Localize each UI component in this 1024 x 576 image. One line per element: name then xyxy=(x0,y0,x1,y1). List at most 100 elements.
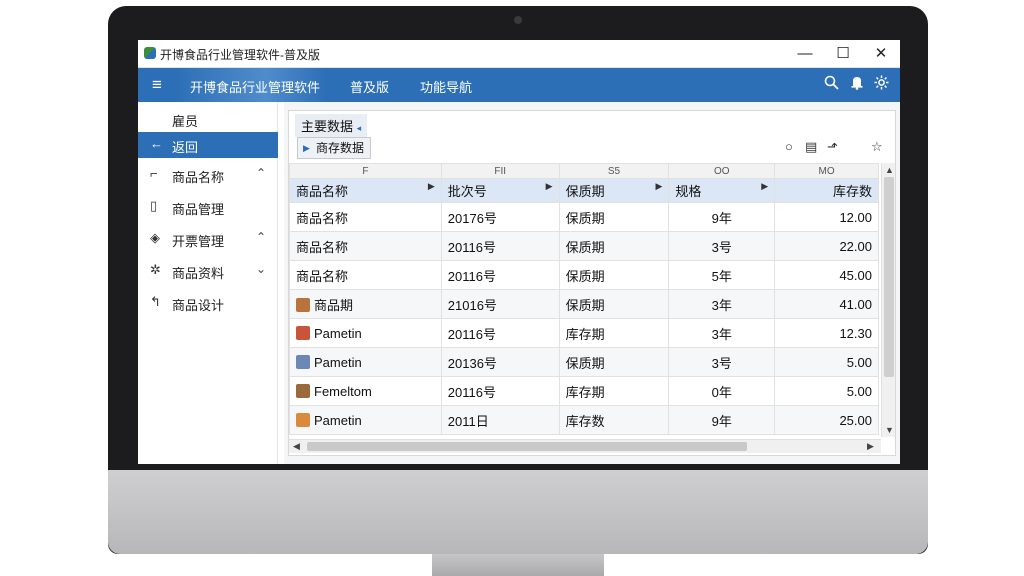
cell-qty: 22.00 xyxy=(774,231,879,261)
back-arrow-icon: ← xyxy=(150,136,163,151)
sidebar-item-product-design[interactable]: ↰ 商品设计 xyxy=(138,290,278,316)
cell-spec-text: 9年 xyxy=(711,413,732,429)
cell-qty: 12.00 xyxy=(774,202,879,232)
scroll-up-icon[interactable]: ▲ xyxy=(885,165,894,175)
chevron-down-icon[interactable]: ⌄ xyxy=(256,262,266,276)
export-icon[interactable]: ⬏ xyxy=(827,139,838,155)
scroll-left-icon[interactable]: ◀ xyxy=(293,441,300,452)
window-titlebar: 开博食品行业管理软件-普及版 — ☐ ✕ xyxy=(138,40,900,68)
table-row[interactable]: 商品期 21016号 保质期 3年 41.00 xyxy=(289,289,879,319)
sidebar-item-employee[interactable]: 雇员 xyxy=(138,106,278,132)
star-icon[interactable]: ☆ xyxy=(871,139,883,155)
table-row[interactable]: 商品名称 20116号 保质期 3号 22.00 xyxy=(289,231,879,261)
cell-shelf-life-text: 库存期 xyxy=(565,326,605,342)
chevron-up-icon[interactable]: ⌃ xyxy=(256,230,266,244)
sidebar-item-label: 返回 xyxy=(172,140,199,155)
cell-spec-text: 3号 xyxy=(711,355,732,371)
screen: 开博食品行业管理软件-普及版 — ☐ ✕ ≡ 开博食品行业管理软件 普及版 功能… xyxy=(138,40,900,464)
column-header-batch[interactable]: 批次号 ▶ xyxy=(440,178,560,203)
sidebar-item-invoice[interactable]: ◈ 开票管理 ⌃ xyxy=(138,226,278,252)
sort-arrow-icon[interactable]: ▶ xyxy=(428,181,435,192)
vertical-scrollbar[interactable]: ▲ ▼ xyxy=(881,163,895,437)
inventory-table: F FII S5 OO MO 商品名称 ▶ 批次号 ▶ 保质期 ▶ 规格 ▶ 库存数 商… xyxy=(289,163,879,435)
close-button[interactable]: ✕ xyxy=(864,42,898,66)
cell-qty-text: 12.30 xyxy=(839,325,872,341)
menu-icon[interactable]: ≡ xyxy=(152,75,162,95)
bell-icon[interactable] xyxy=(850,75,864,94)
cell-shelf-life-text: 保质期 xyxy=(565,268,605,284)
layers-icon: ◈ xyxy=(150,230,160,245)
column-header-spec[interactable]: 规格 ▶ xyxy=(668,178,776,203)
cell-batch-text: 20116号 xyxy=(447,239,496,255)
cell-shelf-life-text: 保质期 xyxy=(565,297,605,313)
column-header-qty[interactable]: 库存数 xyxy=(774,178,879,203)
chevron-up-icon[interactable]: ⌃ xyxy=(256,166,266,180)
cell-name: 商品名称 xyxy=(289,202,442,232)
cell-qty: 12.30 xyxy=(774,318,879,348)
scroll-right-icon[interactable]: ▶ xyxy=(867,441,874,452)
sidebar-item-product-data[interactable]: ✲ 商品资料 ⌄ xyxy=(138,258,278,284)
cell-shelf-life: 库存数 xyxy=(558,405,670,435)
column-header-name[interactable]: 商品名称 ▶ xyxy=(289,178,442,203)
cell-spec: 9年 xyxy=(668,405,776,435)
cell-qty: 5.00 xyxy=(774,347,879,377)
cell-name: 商品名称 xyxy=(289,231,442,261)
play-triangle-icon: ▶ xyxy=(303,143,310,153)
cell-qty-text: 25.00 xyxy=(839,412,872,428)
grid-view-icon[interactable]: ▤ xyxy=(805,139,817,155)
cell-qty-text: 12.00 xyxy=(839,209,872,225)
scroll-thumb[interactable] xyxy=(307,442,747,451)
cell-shelf-life-text: 保质期 xyxy=(565,239,605,255)
panel-title-text: 主要数据 xyxy=(301,119,354,134)
cell-spec-text: 9年 xyxy=(711,210,732,226)
tab-label: 商存数据 xyxy=(316,141,365,155)
cell-spec-text: 3号 xyxy=(711,239,732,255)
table-row[interactable]: Pametin 2011日 库存数 9年 25.00 xyxy=(289,405,879,435)
cell-batch: 20116号 xyxy=(440,376,560,406)
main-content: 主要数据 ◂ ▶ 商存数据 ○ ▤ ⬏ ☆ F FII S5 OO MO 商品名… xyxy=(284,102,900,464)
scroll-thumb[interactable] xyxy=(884,177,894,377)
sidebar-item-label: 开票管理 xyxy=(172,234,225,249)
sort-arrow-icon[interactable]: ▶ xyxy=(761,181,768,192)
search-icon[interactable] xyxy=(824,75,839,94)
gear-icon: ✲ xyxy=(150,262,161,277)
horizontal-scrollbar[interactable]: ◀ ▶ xyxy=(289,439,881,453)
cell-batch-text: 20116号 xyxy=(447,326,496,342)
collapse-arrow-icon[interactable]: ◂ xyxy=(357,123,362,133)
table-row[interactable]: 商品名称 20116号 保质期 5年 45.00 xyxy=(289,260,879,290)
tab-inventory-data[interactable]: ▶ 商存数据 xyxy=(297,137,372,159)
product-thumbnail-icon xyxy=(296,325,310,340)
tab-edition[interactable]: 普及版 xyxy=(350,77,389,96)
webcam xyxy=(514,16,522,24)
data-panel: 主要数据 ◂ ▶ 商存数据 ○ ▤ ⬏ ☆ F FII S5 OO MO 商品名… xyxy=(288,110,896,456)
cell-qty-text: 22.00 xyxy=(839,238,872,254)
cell-spec: 3年 xyxy=(668,318,776,348)
sidebar-item-label: 商品设计 xyxy=(172,298,225,313)
edit-icon: ⌐ xyxy=(150,166,158,181)
maximize-button[interactable]: ☐ xyxy=(826,42,860,66)
cell-name: Femeltom xyxy=(289,376,442,406)
table-row[interactable]: Femeltom 20116号 库存期 0年 5.00 xyxy=(289,376,879,406)
sidebar-item-product-management[interactable]: ▯ 商品管理 xyxy=(138,194,278,220)
column-code: S5 xyxy=(558,163,670,179)
table-row[interactable]: Pametin 20136号 保质期 3号 5.00 xyxy=(289,347,879,377)
tab-function-nav[interactable]: 功能导航 xyxy=(420,77,472,96)
minimize-button[interactable]: — xyxy=(788,42,822,66)
sidebar-item-product-name[interactable]: ⌐ 商品名称 ⌃ xyxy=(138,162,278,188)
ribbon-app-name[interactable]: 开博食品行业管理软件 xyxy=(190,77,320,96)
settings-icon[interactable] xyxy=(874,75,889,94)
sort-arrow-icon[interactable]: ▶ xyxy=(655,181,662,192)
sidebar-item-back[interactable]: ← 返回 xyxy=(138,132,278,158)
cell-qty: 25.00 xyxy=(774,405,879,435)
table-header-row: 商品名称 ▶ 批次号 ▶ 保质期 ▶ 规格 ▶ 库存数 xyxy=(289,178,879,203)
table-row[interactable]: Pametin 20116号 库存期 3年 12.30 xyxy=(289,318,879,348)
table-row[interactable]: 商品名称 20176号 保质期 9年 12.00 xyxy=(289,202,879,232)
circle-icon[interactable]: ○ xyxy=(785,139,793,154)
header-label: 保质期 xyxy=(565,184,605,199)
column-header-shelf-life[interactable]: 保质期 ▶ xyxy=(558,178,670,203)
sort-arrow-icon[interactable]: ▶ xyxy=(546,181,553,192)
cell-shelf-life: 保质期 xyxy=(558,289,670,319)
cell-qty-text: 45.00 xyxy=(839,267,872,283)
scroll-down-icon[interactable]: ▼ xyxy=(885,425,894,435)
column-code: OO xyxy=(668,163,776,179)
